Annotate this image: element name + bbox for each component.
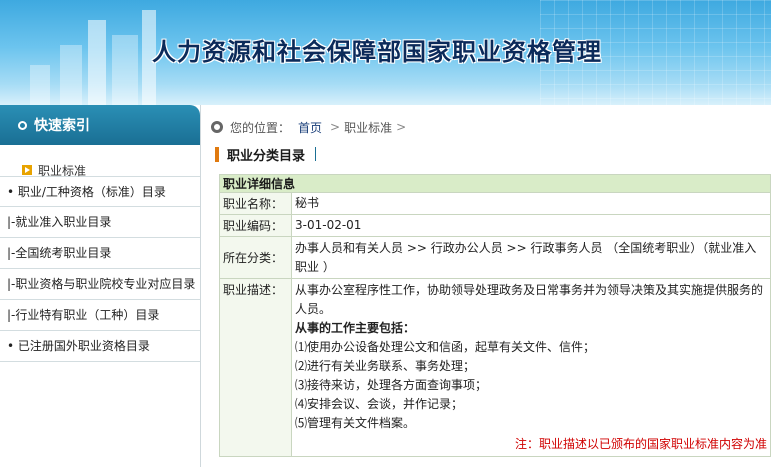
description-intro: 从事办公室程序性工作，协助领导处理政务及日常事务并为领导决策及其实施提供服务的人… bbox=[295, 283, 764, 316]
sidebar-item-industry-specific[interactable]: |-行业特有职业（工种）目录 bbox=[0, 300, 200, 331]
sidebar-sub-label: 职业标准 bbox=[38, 163, 87, 178]
code-value: 3-01-02-01 bbox=[291, 214, 771, 237]
sidebar-item-occupation-standard[interactable]: 职业标准 bbox=[0, 145, 200, 178]
description-item: ⑶接待来访，处理各方面查询事项； bbox=[295, 378, 488, 392]
breadcrumb-separator: > bbox=[396, 120, 407, 134]
table-header: 职业详细信息 bbox=[219, 174, 771, 193]
description-item: ⑴使用办公设备处理公文和信函，起草有关文件、信件； bbox=[295, 340, 596, 354]
table-header-row: 职业详细信息 bbox=[219, 174, 771, 193]
site-title: 人力资源和社会保障部国家职业资格管理 bbox=[152, 38, 602, 66]
sidebar-header-label: 快速索引 bbox=[34, 118, 90, 134]
name-value: 秘书 bbox=[291, 192, 771, 215]
sidebar-item-foreign-qualifications[interactable]: • 已注册国外职业资格目录 bbox=[0, 331, 200, 362]
building-graphic bbox=[30, 65, 50, 105]
category-value: 办事人员和有关人员 >> 行政办公人员 >> 行政事务人员 （全国统考职业）（就… bbox=[291, 236, 771, 279]
description-item: ⑵进行有关业务联系、事务处理； bbox=[295, 359, 476, 373]
table-row: 职业编码： 3-01-02-01 bbox=[219, 214, 771, 237]
name-label: 职业名称： bbox=[219, 192, 292, 215]
sidebar: 快速索引 职业标准 • 职业/工种资格（标准）目录 |-就业准入职业目录 |-全… bbox=[0, 105, 201, 467]
table-row: 职业名称： 秘书 bbox=[219, 192, 771, 215]
sidebar-list: • 职业/工种资格（标准）目录 |-就业准入职业目录 |-全国统考职业目录 |-… bbox=[0, 176, 200, 362]
main-content: 您的位置： 首页 > 职业标准 > 职业分类目录 职业详细信息 职业名称： 秘书… bbox=[201, 105, 771, 467]
description-value: 从事办公室程序性工作，协助领导处理政务及日常事务并为领导决策及其实施提供服务的人… bbox=[291, 278, 771, 457]
section-marker-icon bbox=[215, 146, 219, 162]
breadcrumb-separator: > bbox=[330, 120, 341, 134]
circle-icon bbox=[18, 120, 27, 130]
building-graphic bbox=[112, 35, 138, 105]
description-item: ⑷安排会议、会谈，并作记录； bbox=[295, 397, 464, 411]
arrow-right-icon bbox=[22, 165, 32, 175]
table-row: 所在分类： 办事人员和有关人员 >> 行政办公人员 >> 行政事务人员 （全国统… bbox=[219, 236, 771, 279]
building-graphic bbox=[88, 20, 106, 105]
section-title: 职业分类目录 bbox=[201, 143, 771, 165]
sidebar-item-qualification-catalog[interactable]: • 职业/工种资格（标准）目录 bbox=[0, 176, 200, 207]
description-item: ⑸管理有关文件档案。 bbox=[295, 416, 416, 430]
sidebar-item-employment-access[interactable]: |-就业准入职业目录 bbox=[0, 207, 200, 238]
breadcrumb: 您的位置： 首页 > 职业标准 > bbox=[201, 111, 771, 143]
breadcrumb-current: 职业标准 bbox=[344, 120, 393, 135]
table-row: 职业描述： 从事办公室程序性工作，协助领导处理政务及日常事务并为领导决策及其实施… bbox=[219, 278, 771, 457]
location-icon bbox=[211, 121, 223, 133]
description-note: 注：职业描述以已颁布的国家职业标准内容为准 bbox=[514, 437, 767, 451]
title-divider bbox=[315, 147, 317, 161]
section-title-label: 职业分类目录 bbox=[227, 148, 306, 164]
sidebar-item-vocational-school-mapping[interactable]: |-职业资格与职业院校专业对应目录 bbox=[0, 269, 200, 300]
header-banner: 人力资源和社会保障部国家职业资格管理 bbox=[0, 0, 771, 105]
breadcrumb-home-link[interactable]: 首页 bbox=[298, 119, 322, 136]
category-label: 所在分类： bbox=[219, 236, 292, 279]
breadcrumb-prefix: 您的位置： bbox=[230, 120, 291, 135]
description-subhead: 从事的工作主要包括： bbox=[295, 321, 416, 335]
occupation-detail-table: 职业详细信息 职业名称： 秘书 职业编码： 3-01-02-01 所在分类： 办… bbox=[219, 174, 771, 457]
sidebar-item-national-exam[interactable]: |-全国统考职业目录 bbox=[0, 238, 200, 269]
building-graphic bbox=[60, 45, 82, 105]
code-label: 职业编码： bbox=[219, 214, 292, 237]
description-label: 职业描述： bbox=[219, 278, 292, 457]
sidebar-header: 快速索引 bbox=[0, 105, 200, 145]
